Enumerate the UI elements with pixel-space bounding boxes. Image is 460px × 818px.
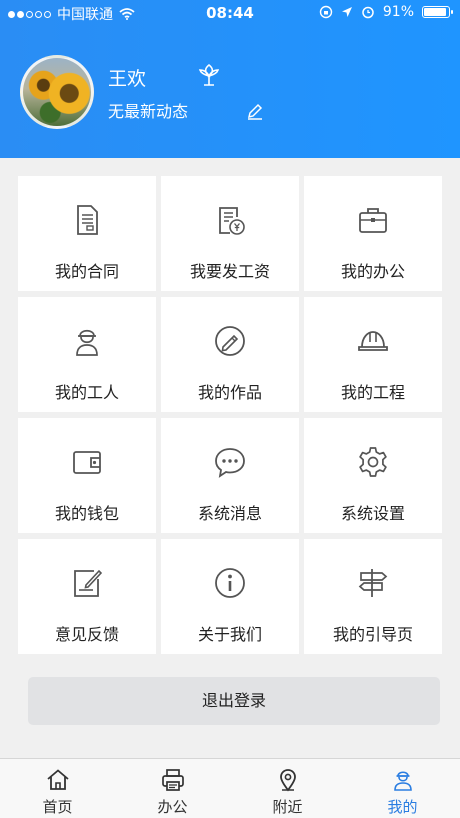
tab-nearby[interactable]: 附近 [230,759,345,818]
rotation-lock-icon [319,5,333,19]
menu-item-label: 关于我们 [197,625,262,644]
battery-icon [422,6,453,18]
salary-document-icon [219,207,245,235]
worker-icon [76,329,98,356]
menu-item-wallet[interactable]: 我的钱包 [18,418,156,533]
signpost-icon [358,569,388,597]
menu-item-feedback[interactable]: 意见反馈 [18,539,156,654]
battery-percent: 91% [382,4,414,20]
menu-item-salary[interactable]: 我要发工资 [161,176,299,291]
status-bar: 中国联通 08:44 91% [0,0,460,26]
menu-item-label: 我的工程 [340,383,405,402]
menu-item-label: 系统消息 [197,504,262,523]
tab-bar: 首页 办公 附近 我的 [0,758,460,818]
tab-label: 办公 [157,798,188,816]
logout-button[interactable]: 退出登录 [28,677,440,725]
menu-item-label: 我要发工资 [189,262,270,281]
function-grid: 我的合同 我要发工资 我的办公 我的工人 我的作品 我的工程 我的钱包 系统消息… [18,176,442,654]
menu-item-about[interactable]: 关于我们 [161,539,299,654]
briefcase-icon [359,208,387,233]
menu-item-settings[interactable]: 系统设置 [304,418,442,533]
contract-document-icon [77,205,98,235]
home-icon [46,769,69,790]
menu-item-label: 我的合同 [54,262,119,281]
menu-item-label: 系统设置 [340,504,405,523]
avatar[interactable] [20,55,94,129]
menu-item-label: 我的引导页 [332,625,413,644]
menu-item-label: 意见反馈 [54,625,119,644]
tab-office[interactable]: 办公 [115,759,230,818]
gear-icon [359,447,387,477]
worker-profile-icon [393,771,412,791]
tab-home[interactable]: 首页 [0,759,115,818]
menu-item-project[interactable]: 我的工程 [304,297,442,412]
feedback-edit-icon [74,569,103,597]
pencil-circle-icon [215,326,245,356]
tab-label: 附近 [272,798,303,816]
hard-hat-icon [358,331,388,351]
menu-item-label: 我的工人 [54,383,119,402]
menu-item-workers[interactable]: 我的工人 [18,297,156,412]
flower-icon[interactable] [196,62,222,88]
menu-item-works[interactable]: 我的作品 [161,297,299,412]
menu-item-label: 我的钱包 [54,504,119,523]
profile-header: 中国联通 08:44 91% 王欢 无最新动态 [0,0,460,158]
printer-icon [161,769,184,791]
chat-bubble-icon [215,448,245,478]
alarm-icon [362,6,374,19]
menu-item-guide[interactable]: 我的引导页 [304,539,442,654]
menu-item-label: 我的办公 [340,262,405,281]
menu-item-messages[interactable]: 系统消息 [161,418,299,533]
wallet-icon [73,451,101,474]
tab-label: 我的 [387,798,418,816]
location-pin-icon [279,769,296,792]
info-icon [215,568,245,598]
menu-item-contract[interactable]: 我的合同 [18,176,156,291]
user-status: 无最新动态 [108,102,189,121]
edit-icon[interactable] [246,102,264,120]
user-name: 王欢 [108,68,147,90]
location-icon [341,7,352,17]
menu-item-office[interactable]: 我的办公 [304,176,442,291]
menu-item-label: 我的作品 [197,383,262,402]
tab-mine[interactable]: 我的 [345,759,460,818]
tab-label: 首页 [42,798,73,816]
